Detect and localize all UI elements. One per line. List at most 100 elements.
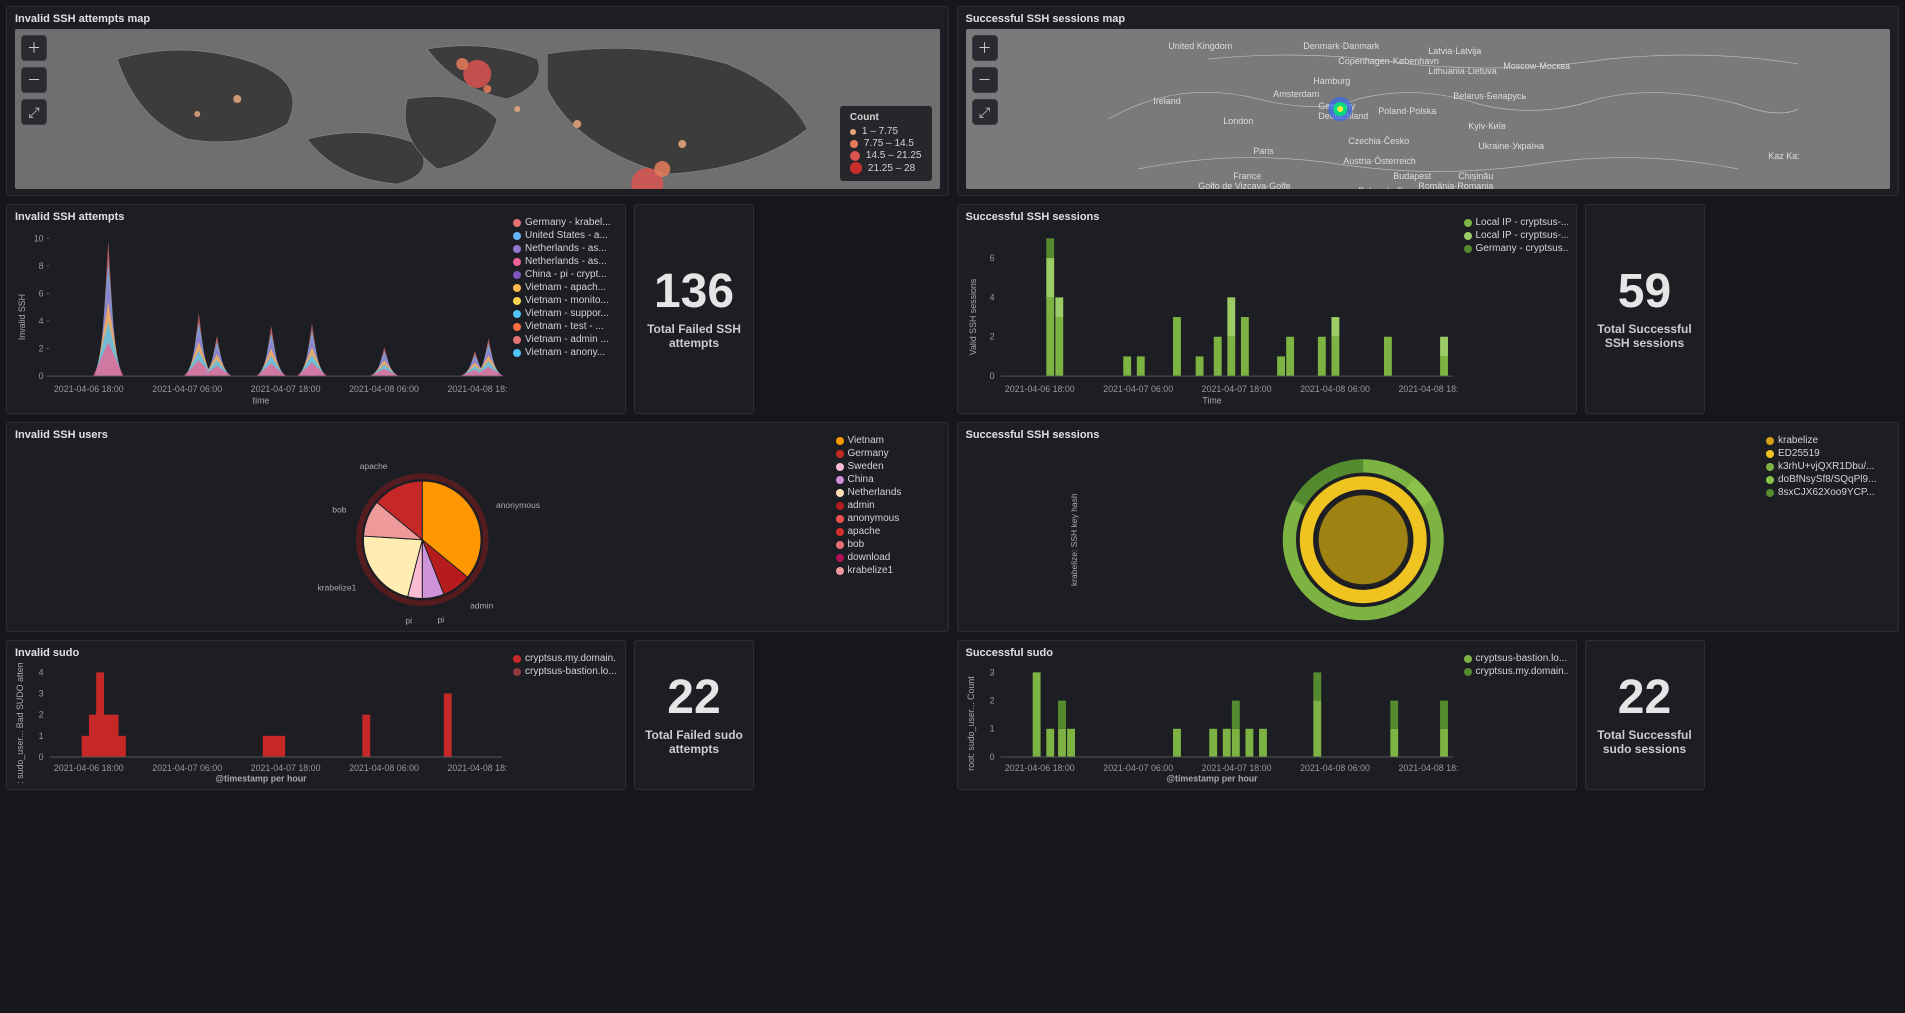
map-canvas[interactable]: ＋ － ⤢ Count 1 – 7.75 7.75 – 14.5 14.5 – … <box>15 29 940 189</box>
svg-text:2021-04-07 18:00: 2021-04-07 18:00 <box>1201 763 1271 773</box>
legend-item[interactable]: Germany - krabel... <box>513 217 617 228</box>
svg-text:0: 0 <box>39 752 44 762</box>
svg-text:2021-04-08 18:00: 2021-04-08 18:00 <box>447 763 507 773</box>
legend[interactable]: cryptsus-bastion.lo... cryptsus.my.domain… <box>1458 647 1568 783</box>
legend-item[interactable]: ED25519 <box>1766 448 1890 459</box>
legend-item[interactable]: Vietnam - test - ... <box>513 321 617 332</box>
legend-item[interactable]: cryptsus.my.domain... <box>513 653 617 664</box>
svg-text:London: London <box>1223 116 1253 126</box>
legend-item[interactable]: k3rhU+vjQXR1Dbu/... <box>1766 461 1890 472</box>
svg-text:1: 1 <box>39 731 44 741</box>
svg-text:România·Romania: România·Romania <box>1418 181 1493 189</box>
zoom-in-button[interactable]: ＋ <box>21 35 47 61</box>
total-failed-ssh-metric: 136 Total Failed SSH attempts <box>634 204 754 414</box>
total-success-ssh-metric: 59 Total Successful SSH sessions <box>1585 204 1705 414</box>
svg-text:bob: bob <box>332 505 346 515</box>
invalid-sudo-chart: Invalid sudo 01234root: sudo_user... Bad… <box>6 640 626 790</box>
legend-item[interactable]: Vietnam - admin ... <box>513 334 617 345</box>
success-sudo-chart: Successful sudo 0123root: sudo_user... C… <box>957 640 1577 790</box>
svg-text:2: 2 <box>39 710 44 720</box>
svg-text:@timestamp per hour: @timestamp per hour <box>1166 774 1258 784</box>
svg-text:2021-04-08 18:00: 2021-04-08 18:00 <box>447 384 507 394</box>
legend[interactable]: Germany - krabel... United States - a... N… <box>507 211 617 407</box>
metric-label: Total Failed SSH attempts <box>643 322 745 350</box>
panel-title: Successful SSH sessions map <box>966 13 1891 25</box>
legend[interactable]: VietnamGermanySwedenChinaNetherlandsadmi… <box>830 429 940 625</box>
legend-item[interactable]: Vietnam - anony... <box>513 347 617 358</box>
svg-text:Hamburg: Hamburg <box>1313 76 1350 86</box>
svg-text:8: 8 <box>39 261 44 271</box>
svg-text:6: 6 <box>989 253 994 263</box>
svg-text:2021-04-08 06:00: 2021-04-08 06:00 <box>1300 763 1370 773</box>
zoom-out-button[interactable]: － <box>21 67 47 93</box>
success-ssh-donut: Successful SSH sessions krabelize: SSH k… <box>957 422 1900 632</box>
legend-item[interactable]: cryptsus-bastion.lo... <box>513 666 617 677</box>
metric-label: Total Successful SSH sessions <box>1594 322 1696 350</box>
svg-text:Chișinău: Chișinău <box>1458 171 1493 181</box>
legend-item[interactable]: cryptsus.my.domain... <box>1464 666 1568 677</box>
svg-text:Invalid SSH: Invalid SSH <box>17 294 27 340</box>
svg-text:Poland·Polska: Poland·Polska <box>1378 106 1436 116</box>
svg-text:2021-04-06 18:00: 2021-04-06 18:00 <box>54 763 124 773</box>
legend-item[interactable]: Vietnam - monito... <box>513 295 617 306</box>
legend-item[interactable]: Netherlands - as... <box>513 243 617 254</box>
svg-text:1: 1 <box>989 724 994 734</box>
legend-item[interactable]: Vietnam - apach... <box>513 282 617 293</box>
svg-text:France: France <box>1233 171 1261 181</box>
svg-text:Latvia·Latvija: Latvia·Latvija <box>1428 46 1481 56</box>
svg-text:krabelize: SSH key hash: krabelize: SSH key hash <box>1069 493 1079 586</box>
fit-bounds-button[interactable]: ⤢ <box>972 99 998 125</box>
svg-text:2021-04-07 06:00: 2021-04-07 06:00 <box>152 384 222 394</box>
invalid-ssh-users-pie: Invalid SSH users anonymousadminpipikrab… <box>6 422 949 632</box>
legend[interactable]: Local IP - cryptsus-... Local IP - crypts… <box>1458 211 1568 407</box>
svg-text:Ukraine·Україна: Ukraine·Україна <box>1478 141 1544 151</box>
svg-text:admin: admin <box>470 600 493 610</box>
svg-text:root: sudo_user... Count: root: sudo_user... Count <box>966 676 976 771</box>
map-legend: Count 1 – 7.75 7.75 – 14.5 14.5 – 21.25 … <box>840 106 932 181</box>
svg-text:Ireland: Ireland <box>1153 96 1181 106</box>
legend-item[interactable]: krabelize <box>1766 435 1890 446</box>
legend-item[interactable]: Local IP - cryptsus-... <box>1464 230 1568 241</box>
svg-text:Austria·Österreich: Austria·Österreich <box>1343 156 1416 166</box>
svg-text:4: 4 <box>39 667 44 677</box>
svg-text:@timestamp per hour: @timestamp per hour <box>215 774 307 784</box>
svg-text:Time: Time <box>1202 396 1221 406</box>
legend-item[interactable]: United States - a... <box>513 230 617 241</box>
legend-item[interactable]: 8sxCJX62Xoo9YCP... <box>1766 487 1890 498</box>
map-canvas[interactable]: United Kingdom Ireland London France Ger… <box>966 29 1891 189</box>
svg-text:Valid SSH sessions: Valid SSH sessions <box>967 278 977 355</box>
svg-text:Lithuania·Lietuva: Lithuania·Lietuva <box>1428 66 1497 76</box>
legend-item[interactable]: doBfNsySf8/SQqPl9... <box>1766 474 1890 485</box>
legend-item[interactable]: cryptsus-bastion.lo... <box>1464 653 1568 664</box>
svg-text:2021-04-07 18:00: 2021-04-07 18:00 <box>251 763 321 773</box>
zoom-out-button[interactable]: － <box>972 67 998 93</box>
svg-text:2021-04-08 06:00: 2021-04-08 06:00 <box>349 763 419 773</box>
total-success-sudo-metric: 22 Total Successful sudo sessions <box>1585 640 1705 790</box>
metric-value: 59 <box>1618 268 1671 316</box>
success-ssh-map-panel: Successful SSH sessions map United Kingd… <box>957 6 1900 196</box>
zoom-in-button[interactable]: ＋ <box>972 35 998 61</box>
svg-text:2021-04-07 06:00: 2021-04-07 06:00 <box>152 763 222 773</box>
legend-item[interactable]: Local IP - cryptsus-... <box>1464 217 1568 228</box>
total-failed-sudo-metric: 22 Total Failed sudo attempts <box>634 640 754 790</box>
legend-item[interactable]: China - pi - crypt... <box>513 269 617 280</box>
invalid-ssh-attempts-chart: Invalid SSH attempts 0246810Invalid SSH2… <box>6 204 626 414</box>
svg-text:2021-04-06 18:00: 2021-04-06 18:00 <box>1004 763 1074 773</box>
metric-value: 136 <box>654 268 734 316</box>
svg-text:anonymous: anonymous <box>496 500 540 510</box>
legend-item[interactable]: Netherlands - as... <box>513 256 617 267</box>
legend[interactable]: krabelize ED25519 k3rhU+vjQXR1Dbu/... doBfN… <box>1760 429 1890 625</box>
svg-text:2021-04-06 18:00: 2021-04-06 18:00 <box>1004 384 1074 394</box>
svg-text:2021-04-07 18:00: 2021-04-07 18:00 <box>251 384 321 394</box>
legend-item[interactable]: Germany - cryptsus... <box>1464 243 1568 254</box>
legend[interactable]: cryptsus.my.domain... cryptsus-bastion.lo… <box>507 647 617 783</box>
success-ssh-sessions-chart: Successful SSH sessions 0246Valid SSH se… <box>957 204 1577 414</box>
svg-text:2021-04-06 18:00: 2021-04-06 18:00 <box>54 384 124 394</box>
svg-text:2: 2 <box>989 332 994 342</box>
svg-text:United Kingdom: United Kingdom <box>1168 41 1232 51</box>
legend-item[interactable]: Vietnam - suppor... <box>513 308 617 319</box>
svg-text:2: 2 <box>989 696 994 706</box>
fit-bounds-button[interactable]: ⤢ <box>21 99 47 125</box>
svg-text:10: 10 <box>34 233 44 243</box>
svg-text:Kyiv·Київ: Kyiv·Київ <box>1468 121 1506 131</box>
